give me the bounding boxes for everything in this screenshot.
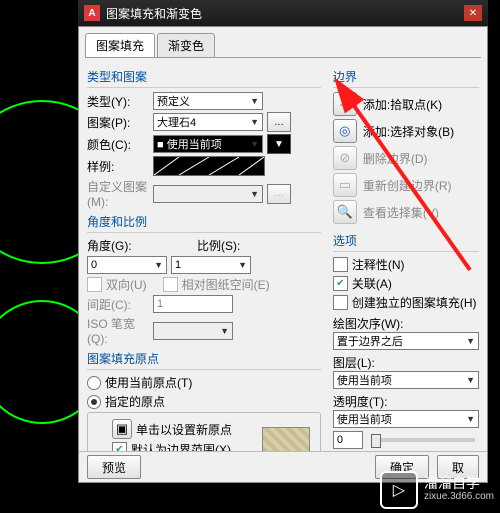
remove-boundary-icon: ⊘ (333, 146, 357, 170)
rel-paper-checkbox (163, 277, 178, 292)
preview-button[interactable]: 预览 (87, 455, 141, 479)
layer-value: 使用当前项 (337, 372, 392, 388)
scale-select[interactable]: 1▼ (171, 256, 251, 274)
group-type-title: 类型和图案 (87, 68, 321, 85)
view-selection-icon: 🔍 (333, 200, 357, 224)
double-checkbox (87, 277, 102, 292)
pattern-select[interactable]: 大理石4 ▼ (153, 113, 263, 131)
pattern-value: 大理石4 (157, 114, 196, 130)
custom-pattern-label: 自定义图案(M): (87, 178, 149, 209)
color-select[interactable]: ■ 使用当前项 ▼ (153, 135, 263, 153)
rel-paper-label: 相对图纸空间(E) (182, 276, 270, 293)
color-swatch-button[interactable]: ▼ (267, 134, 291, 154)
add-select-label[interactable]: 添加:选择对象(B) (363, 123, 454, 140)
group-options-title: 选项 (333, 232, 479, 249)
chevron-down-icon: ▼ (250, 139, 259, 149)
transparency-label: 透明度(T): (333, 393, 479, 410)
origin-current-label: 使用当前原点(T) (105, 374, 192, 391)
spacing-label: 间距(C): (87, 296, 149, 313)
iso-label: ISO 笔宽(Q): (87, 315, 149, 346)
play-icon: ▷ (380, 471, 418, 509)
close-icon[interactable]: ✕ (464, 5, 482, 21)
origin-current-radio[interactable] (87, 376, 101, 390)
sample-label: 样例: (87, 158, 149, 175)
double-label: 双向(U) (106, 276, 147, 293)
type-label: 类型(Y): (87, 93, 149, 110)
annotative-checkbox[interactable] (333, 257, 348, 272)
layer-label: 图层(L): (333, 354, 479, 371)
watermark-brand: 溜溜自学 (424, 475, 480, 491)
transparency-value: 使用当前项 (337, 411, 392, 427)
separate-checkbox[interactable] (333, 295, 348, 310)
chevron-down-icon: ▼ (250, 96, 259, 106)
origin-specified-label: 指定的原点 (105, 393, 165, 410)
tab-hatch[interactable]: 图案填充 (85, 33, 155, 57)
group-origin-title: 图案填充原点 (87, 350, 321, 367)
add-select-icon[interactable]: ◎ (333, 119, 357, 143)
group-angle-title: 角度和比例 (87, 213, 321, 230)
layer-select[interactable]: 使用当前项▼ (333, 371, 479, 389)
chevron-down-icon: ▼ (250, 117, 259, 127)
annotative-label: 注释性(N) (352, 256, 405, 273)
watermark-url: zixue.3d66.com (424, 490, 494, 504)
angle-select[interactable]: 0▼ (87, 256, 167, 274)
tab-gradient[interactable]: 渐变色 (157, 33, 215, 57)
spacing-input (153, 295, 233, 313)
view-selection-label: 查看选择集(V) (363, 204, 439, 221)
separate-label: 创建独立的图案填充(H) (352, 294, 477, 311)
associative-checkbox[interactable] (333, 276, 348, 291)
angle-value: 0 (91, 259, 97, 271)
scale-value: 1 (175, 259, 181, 271)
remove-boundary-label: 删除边界(D) (363, 150, 428, 167)
pick-origin-icon[interactable]: ▣ (112, 419, 132, 439)
scale-label: 比例(S): (197, 237, 240, 254)
origin-specified-radio[interactable] (87, 395, 101, 409)
watermark: ▷ 溜溜自学 zixue.3d66.com (380, 471, 494, 509)
pattern-label: 图案(P): (87, 114, 149, 131)
custom-pattern-select: ▼ (153, 185, 263, 203)
draworder-select[interactable]: 置于边界之后▼ (333, 332, 479, 350)
recreate-boundary-icon: ▭ (333, 173, 357, 197)
sample-swatch[interactable] (153, 156, 265, 176)
color-label: 颜色(C): (87, 136, 149, 153)
draworder-value: 置于边界之后 (337, 333, 403, 349)
custom-pattern-browse: … (267, 184, 291, 204)
type-value: 预定义 (157, 93, 190, 109)
pattern-browse-button[interactable]: … (267, 112, 291, 132)
title-bar: A 图案填充和渐变色 ✕ (78, 0, 488, 26)
hatch-dialog: 图案填充 渐变色 类型和图案 类型(Y): 预定义▼ 图案(P): 大理石4▼ … (78, 26, 488, 483)
angle-label: 角度(G): (87, 237, 149, 254)
add-pick-icon[interactable]: ＋ (333, 92, 357, 116)
type-select[interactable]: 预定义 ▼ (153, 92, 263, 110)
add-pick-label[interactable]: 添加:拾取点(K) (363, 96, 442, 113)
transparency-input[interactable] (333, 431, 363, 449)
transparency-select[interactable]: 使用当前项▼ (333, 410, 479, 428)
window-title: 图案填充和渐变色 (106, 5, 202, 22)
associative-label: 关联(A) (352, 275, 392, 292)
recreate-boundary-label: 重新创建边界(R) (363, 177, 452, 194)
draworder-label: 绘图次序(W): (333, 315, 479, 332)
transparency-slider[interactable] (371, 438, 475, 442)
app-icon: A (84, 5, 100, 21)
iso-select: ▼ (153, 322, 233, 340)
click-set-origin-label: 单击以设置新原点 (136, 421, 232, 438)
color-value: ■ 使用当前项 (157, 136, 222, 152)
group-boundary-title: 边界 (333, 68, 479, 85)
